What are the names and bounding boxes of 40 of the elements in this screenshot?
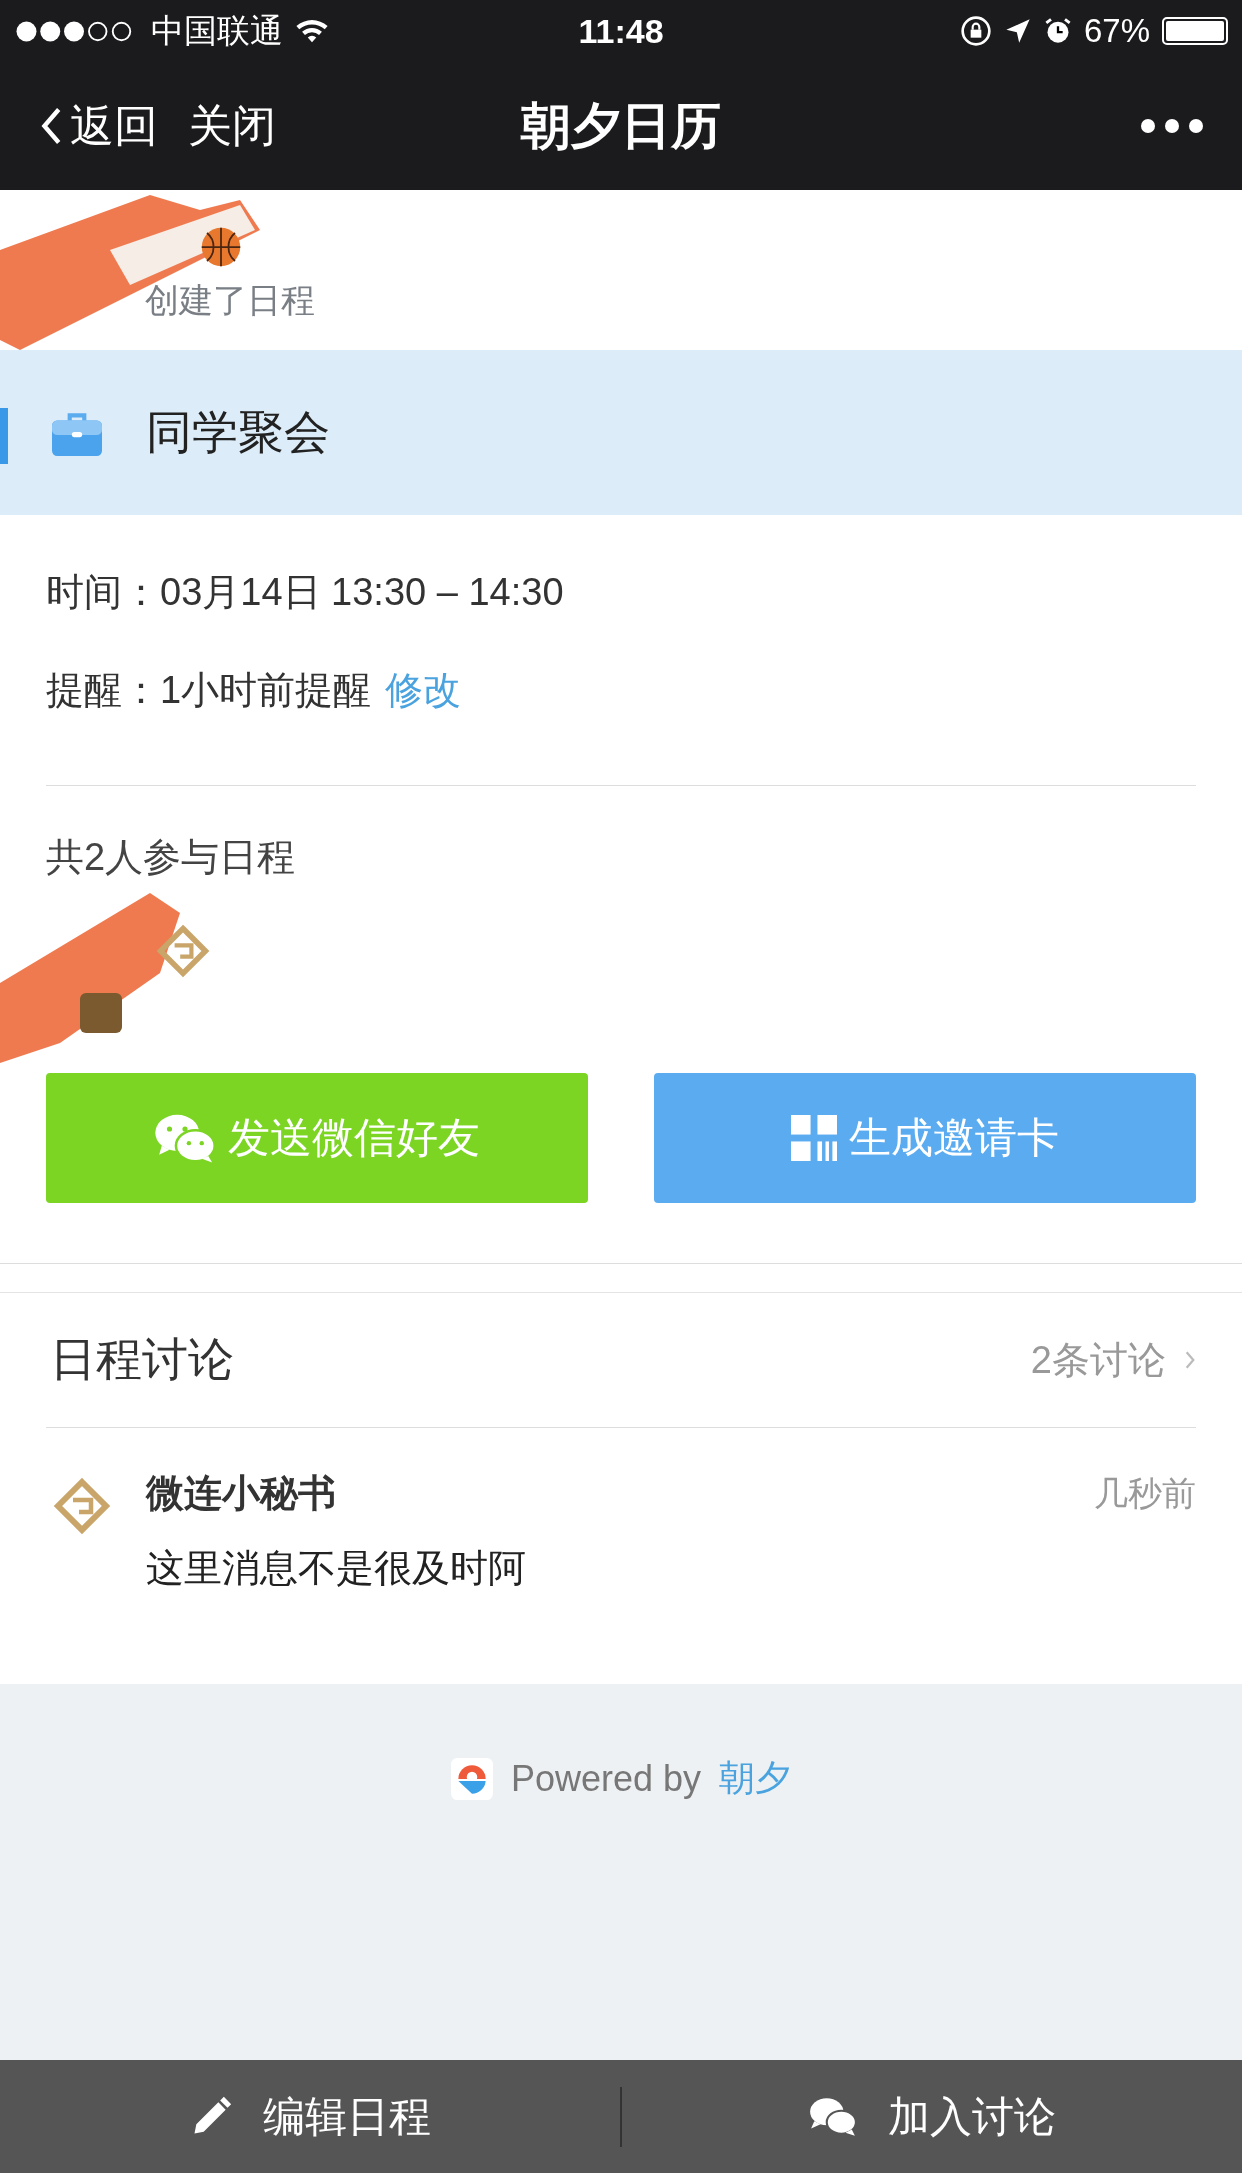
battery-icon [1162,17,1228,45]
participant-count: 共2人参与日程 [46,835,297,880]
alarm-icon [1043,17,1072,45]
close-button[interactable]: 关闭 [188,96,276,156]
logo-avatar [155,923,211,979]
join-discussion-button[interactable]: 加入讨论 [622,2060,1242,2173]
detail-value: 03月14日 13:30 – 14:30 [160,569,564,615]
wifi-icon [295,18,329,44]
comment-author: 微连小秘书 [146,1471,336,1516]
back-button[interactable]: 返回 [40,96,158,156]
qr-code-icon [791,1115,837,1161]
section-title: 日程讨论 [50,1332,234,1387]
event-title: 同学聚会 [146,404,330,460]
edit-link[interactable]: 修改 [385,664,462,716]
comment-text: 这里消息不是很及时阿 [146,1546,527,1591]
chat-bubbles-icon [154,1112,216,1164]
powered-by-text: Powered by [510,1757,702,1800]
edit-schedule-button[interactable]: 编辑日程 [0,2060,620,2173]
brand-link[interactable]: 朝夕 [719,1754,792,1803]
more-icon[interactable] [1140,118,1204,134]
chevron-right-icon [1184,1350,1196,1370]
discussion-count-link[interactable]: 2条讨论 [1030,1334,1196,1386]
send-wechat-button[interactable]: 发送微信好友 [46,1073,588,1203]
accent-bar [0,408,8,464]
detail-label: 时间： [46,569,160,615]
logo-avatar [52,1476,112,1536]
brand-logo-icon [450,1757,493,1800]
basketball-icon [200,226,242,268]
detail-label: 提醒： [46,667,160,713]
carrier: 中国联通 [151,10,283,51]
clock: 11:48 [578,11,664,51]
battery-percent: 67% [1083,12,1150,50]
back-chevron-icon [40,106,62,146]
comment-time: 几秒前 [1094,1472,1196,1514]
chat-bubbles-icon [808,2095,858,2138]
detail-value: 1小时前提醒 [160,667,372,713]
invite-card-button[interactable]: 生成邀请卡 [654,1073,1196,1203]
rotation-lock-icon [959,15,992,47]
creator-action: 创建了日程 [145,280,315,321]
page-title: 朝夕日历 [521,96,721,156]
